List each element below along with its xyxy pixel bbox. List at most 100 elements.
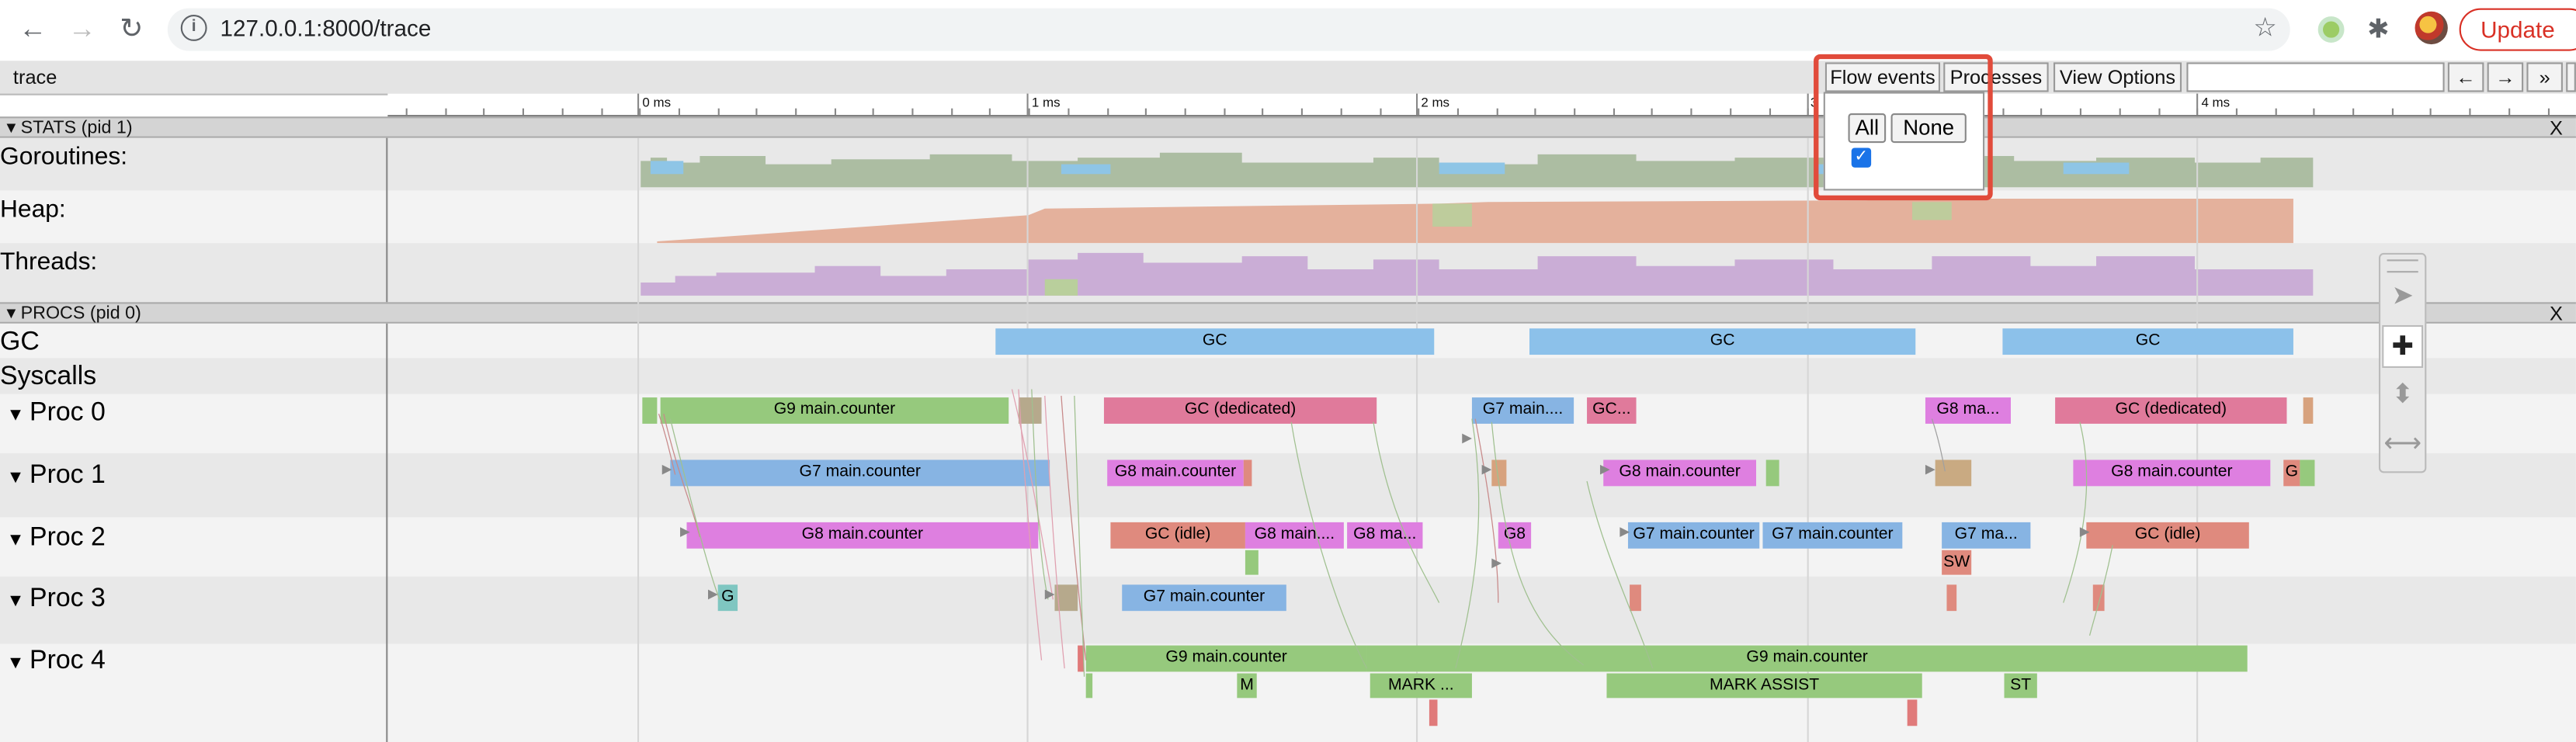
heap-label: Heap: [0,195,66,224]
search-input[interactable] [2186,62,2445,92]
url-text: 127.0.0.1:8000/trace [220,15,432,41]
expand-triangle-icon[interactable]: ▼ [6,468,30,487]
minor-tick [601,108,603,116]
expand-triangle-icon[interactable]: ▼ [6,591,30,611]
flow-arrow [1931,418,1946,472]
info-icon[interactable]: i [180,15,207,41]
stats-close-button[interactable]: X [2550,118,2563,137]
syscalls-label: Syscalls [0,362,97,391]
popup-highlight-box [1814,54,1993,201]
timing-icon[interactable]: ⟷ [2382,424,2423,466]
minor-tick [2313,108,2315,116]
procs-close-button[interactable]: X [2550,303,2563,323]
expand-triangle-icon[interactable]: ▼ [6,654,30,673]
more-button[interactable]: » [2526,62,2563,92]
minor-tick [483,108,485,116]
procs-section-title: ▾ PROCS (pid 0) [6,303,141,324]
minor-tick [911,108,914,116]
threads-label: Threads: [0,248,98,276]
minor-tick [445,108,447,116]
stats-section-header[interactable]: ▾ STATS (pid 1) X [0,116,2576,138]
minor-tick [717,108,720,116]
flow-arrow [1044,395,1065,669]
expand-triangle-icon[interactable]: ▼ [6,530,30,550]
minor-tick [1380,108,1382,116]
threads-counter [641,252,2314,296]
selection-cursor-icon[interactable]: ➤ [2382,276,2423,318]
expand-triangle-icon[interactable]: ▼ [6,406,30,425]
flow-arrowhead [1481,464,1492,475]
major-tick [1026,93,1029,116]
flow-arrow [1290,421,1368,669]
procs-section-header[interactable]: ▾ PROCS (pid 0) X [0,302,2576,324]
minor-tick [405,108,408,116]
mouse-mode-selector[interactable]: ➤ ✚ ⬍ ⟷ [2378,252,2427,473]
address-bar[interactable]: i 127.0.0.1:8000/trace ☆ [167,8,2290,51]
ruler-label-1: 1 ms [1031,95,1061,110]
drag-handle[interactable] [2387,259,2418,273]
extension-puzzle-icon[interactable]: ✱ [2367,13,2389,46]
ruler-label-4: 4 ms [2201,95,2231,110]
stats-section-title: ▾ STATS (pid 1) [6,118,133,138]
browser-toolbar: ← → ↻ i 127.0.0.1:8000/trace ☆ ✱ Update [0,0,2576,61]
minor-tick [872,108,874,116]
extension-icon[interactable] [2317,16,2345,43]
minor-tick [639,108,641,116]
minor-tick [2508,108,2511,116]
pan-icon[interactable]: ✚ [2382,324,2424,368]
flow-arrowhead [680,527,690,537]
view-options-button[interactable]: View Options [2054,62,2182,92]
major-tick [1807,93,1809,116]
ruler-label-0: 0 ms [642,95,672,110]
proc2-label[interactable]: ▼ Proc 2 [6,524,105,553]
minor-tick [2079,108,2081,116]
minor-tick [2235,108,2238,116]
goroutines-label: Goroutines: [0,143,128,172]
star-icon[interactable]: ☆ [2253,12,2276,44]
flow-arrow [1373,421,1440,603]
zoom-icon[interactable]: ⬍ [2382,374,2423,417]
back-arrow-icon[interactable]: ← [16,13,49,46]
major-tick [1415,93,1418,116]
flow-arrow [663,414,701,538]
minor-tick [1184,108,1186,116]
proc3-label[interactable]: ▼ Proc 3 [6,584,105,614]
minor-tick [2391,108,2394,116]
flow-arrow [1074,395,1085,677]
minor-tick [795,108,797,116]
gc-label: GC [0,328,40,357]
minor-tick [1068,108,1070,116]
update-button[interactable]: Update [2459,8,2576,51]
forward-arrow-icon[interactable]: → [66,13,99,46]
proc0-label[interactable]: ▼ Proc 0 [6,399,105,428]
trace-title: trace [12,65,57,89]
minor-tick [2275,108,2277,116]
reload-icon[interactable]: ↻ [115,13,148,46]
minor-tick [678,108,681,116]
flow-arrowhead [1925,464,1935,475]
minor-tick [1613,108,1616,116]
minor-tick [834,108,837,116]
minor-tick [1651,108,1653,116]
minor-tick [1144,108,1147,116]
flow-arrowhead [1462,433,1472,444]
minor-tick [2429,108,2432,116]
next-button[interactable]: → [2487,62,2524,92]
flow-arrow [1018,389,1043,661]
minor-tick [2547,108,2550,116]
minor-tick [1730,108,1732,116]
flow-arrowhead [1599,464,1610,475]
minor-tick [1534,108,1536,116]
proc1-label[interactable]: ▼ Proc 1 [6,462,105,491]
prev-button[interactable]: ← [2447,62,2484,92]
minor-tick [755,108,758,116]
stats-counters-graph [641,152,2314,296]
minor-tick [561,108,564,116]
major-tick [637,93,640,116]
overflow-button[interactable] [2566,62,2576,92]
minor-tick [1300,108,1303,116]
avatar[interactable] [2415,11,2448,45]
minor-tick [1456,108,1460,116]
proc4-label[interactable]: ▼ Proc 4 [6,647,105,677]
time-ruler: 0 ms 1 ms 2 ms 3 4 ms [387,93,2576,117]
